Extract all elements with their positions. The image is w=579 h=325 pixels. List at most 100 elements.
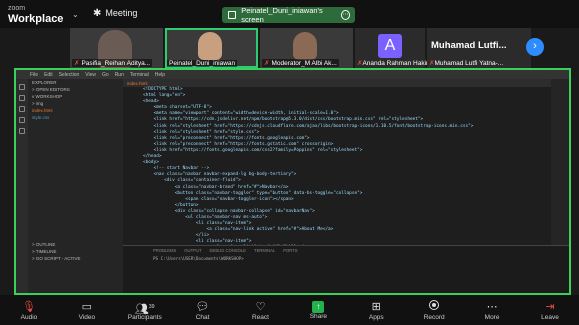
share-banner[interactable]: Peinatel_Duni_iniawan's screen ⋯	[222, 6, 355, 24]
muted-mic-icon: ✗	[74, 60, 80, 67]
audio-button[interactable]: 🎙︎ Audio	[4, 300, 54, 321]
screen-icon	[228, 11, 237, 19]
participants-icon: 👥︎39	[134, 303, 155, 316]
participant-video	[198, 32, 222, 60]
terminal-panel[interactable]: PROBLEMS OUTPUT DEBUG CONSOLE TERMINAL PORTS…	[123, 245, 569, 293]
more-options-icon[interactable]: ⋯	[340, 10, 351, 20]
terminal-tab[interactable]: TERMINAL	[254, 248, 275, 253]
meeting-label: Meeting	[105, 8, 138, 18]
explorer-item[interactable]: index.html	[28, 107, 123, 114]
chevron-down-icon[interactable]: ⌄	[72, 10, 79, 19]
more-button[interactable]: ⋯ More	[467, 300, 517, 321]
explorer-section[interactable]: > TIMELINE	[28, 248, 123, 255]
menu-item[interactable]: Help	[155, 72, 165, 78]
explorer-panel: EXPLORER > OPEN EDITORS v WORKSHOP > img…	[28, 79, 123, 293]
terminal-tabs: PROBLEMS OUTPUT DEBUG CONSOLE TERMINAL PORTS	[123, 246, 569, 255]
muted-mic-icon: 🎙︎	[21, 300, 36, 313]
meeting-controls: 🎙︎ Audio ▭ Video 👥︎39 Participants 💬︎ Chat ♡…	[0, 295, 579, 325]
video-camera-icon: ▭	[81, 300, 93, 313]
participants-button[interactable]: 👥︎39 Participants	[120, 300, 170, 321]
apps-label: Apps	[368, 313, 384, 321]
record-label: Record	[423, 313, 445, 321]
brand-small: zoom	[8, 5, 26, 12]
video-label: Video	[78, 313, 96, 321]
participant-name: ✗Muhamad Lutfi Yatna-...	[429, 60, 504, 67]
terminal-tab[interactable]: OUTPUT	[184, 248, 201, 253]
source-control-icon[interactable]	[19, 106, 25, 112]
run-icon[interactable]	[19, 117, 25, 123]
menu-item[interactable]: Go	[102, 72, 109, 78]
participant-tile[interactable]: Muhamad Lutfi... ✗Muhamad Lutfi Yatna-..…	[427, 28, 531, 68]
terminal-line: PS C:\Users\USER\Documents\WORKSHOP>	[153, 256, 244, 261]
participant-tile-speaking[interactable]: Peinatel_Duni_iniawan	[165, 28, 258, 68]
leave-icon: ⇥	[545, 300, 555, 313]
share-banner-text: Peinatel_Duni_iniawan's screen	[241, 6, 323, 24]
meeting-icon: ✱	[93, 8, 102, 19]
participant-tile[interactable]: ✗ Moderator_M Albi Ak...	[260, 28, 353, 68]
editor-tab[interactable]: index.html	[127, 81, 148, 86]
explorer-item[interactable]: style.css	[28, 114, 123, 121]
participant-tile[interactable]: ✗ Pasifia_Reihan Aditya...	[70, 28, 163, 68]
explorer-section[interactable]: v WORKSHOP	[28, 93, 123, 100]
activity-bar	[16, 79, 28, 293]
code-area[interactable]: <!DOCTYPE html> <html lang="en"> <head> <m…	[123, 87, 551, 245]
terminal-tab[interactable]: PORTS	[283, 248, 297, 253]
participant-count: 39	[148, 303, 155, 310]
audio-label: Audio	[20, 313, 38, 321]
leave-label: Leave	[541, 313, 559, 321]
record-button[interactable]: Record	[409, 299, 459, 321]
menu-item[interactable]: Terminal	[130, 72, 149, 78]
participant-name: ✗ Pasifia_Reihan Aditya...	[72, 59, 153, 67]
participant-name: ✗Ananda Rahman Hakim	[357, 60, 432, 67]
participant-strip: ✗ Pasifia_Reihan Aditya... Peinatel_Duni_…	[70, 28, 531, 68]
chat-icon: 💬︎	[195, 300, 210, 313]
explorer-header: EXPLORER	[32, 80, 57, 85]
menu-item[interactable]: Edit	[44, 72, 53, 78]
code-editor[interactable]: index.html <!DOCTYPE html> <html lang="en…	[123, 79, 551, 245]
next-page-arrow-icon[interactable]: ›	[526, 38, 544, 56]
terminal-tab[interactable]: PROBLEMS	[153, 248, 176, 253]
participant-video	[293, 32, 317, 60]
extensions-icon[interactable]	[19, 128, 25, 134]
more-icon: ⋯	[486, 300, 498, 313]
menu-item[interactable]: Selection	[59, 72, 80, 78]
shared-screen: File Edit Selection View Go Run Terminal…	[14, 68, 571, 295]
zoom-brand: zoom Workplace	[8, 4, 64, 25]
explorer-item[interactable]: > img	[28, 100, 123, 107]
record-icon	[429, 299, 440, 314]
explorer-section[interactable]: > GO SCRIPT - ACTIVE	[28, 255, 123, 262]
apps-icon: ⊞	[371, 300, 381, 313]
participant-display-name: Muhamad Lutfi...	[431, 40, 507, 51]
leave-button[interactable]: ⇥ Leave	[525, 300, 575, 321]
vscode-menubar: File Edit Selection View Go Run Terminal…	[16, 70, 569, 79]
react-button[interactable]: ♡ React	[236, 300, 286, 321]
chat-button[interactable]: 💬︎ Chat	[178, 300, 228, 321]
brand-big: Workplace	[8, 13, 64, 25]
explorer-section[interactable]: > OPEN EDITORS	[28, 86, 123, 93]
participant-name: ✗ Moderator_M Albi Ak...	[262, 59, 339, 67]
share-arrow-icon: ↑	[312, 301, 325, 313]
more-label: More	[484, 313, 500, 321]
minimap[interactable]	[551, 79, 569, 245]
meeting-menu[interactable]: ✱ Meeting	[93, 8, 137, 19]
react-label: React	[252, 313, 269, 321]
search-icon[interactable]	[19, 95, 25, 101]
menu-item[interactable]: View	[85, 72, 96, 78]
muted-mic-icon: ✗	[264, 60, 270, 67]
terminal-tab[interactable]: DEBUG CONSOLE	[210, 248, 247, 253]
menu-item[interactable]: File	[30, 72, 38, 78]
video-button[interactable]: ▭ Video	[62, 300, 112, 321]
top-bar: zoom Workplace ⌄ ✱ Meeting Peinatel_Duni_…	[0, 0, 579, 28]
avatar: A	[378, 34, 402, 58]
participants-label: Participants	[127, 313, 162, 321]
editor-tabs: index.html	[123, 79, 551, 87]
chat-label: Chat	[195, 313, 210, 321]
participant-tile[interactable]: A ✗Ananda Rahman Hakim	[355, 28, 431, 68]
files-icon[interactable]	[19, 84, 25, 90]
heart-icon: ♡	[255, 300, 266, 313]
participant-name: Peinatel_Duni_iniawan	[167, 60, 238, 67]
share-button[interactable]: ↑ Share	[293, 300, 343, 320]
apps-button[interactable]: ⊞ Apps	[351, 300, 401, 321]
menu-item[interactable]: Run	[115, 72, 124, 78]
explorer-section[interactable]: > OUTLINE	[28, 241, 123, 248]
